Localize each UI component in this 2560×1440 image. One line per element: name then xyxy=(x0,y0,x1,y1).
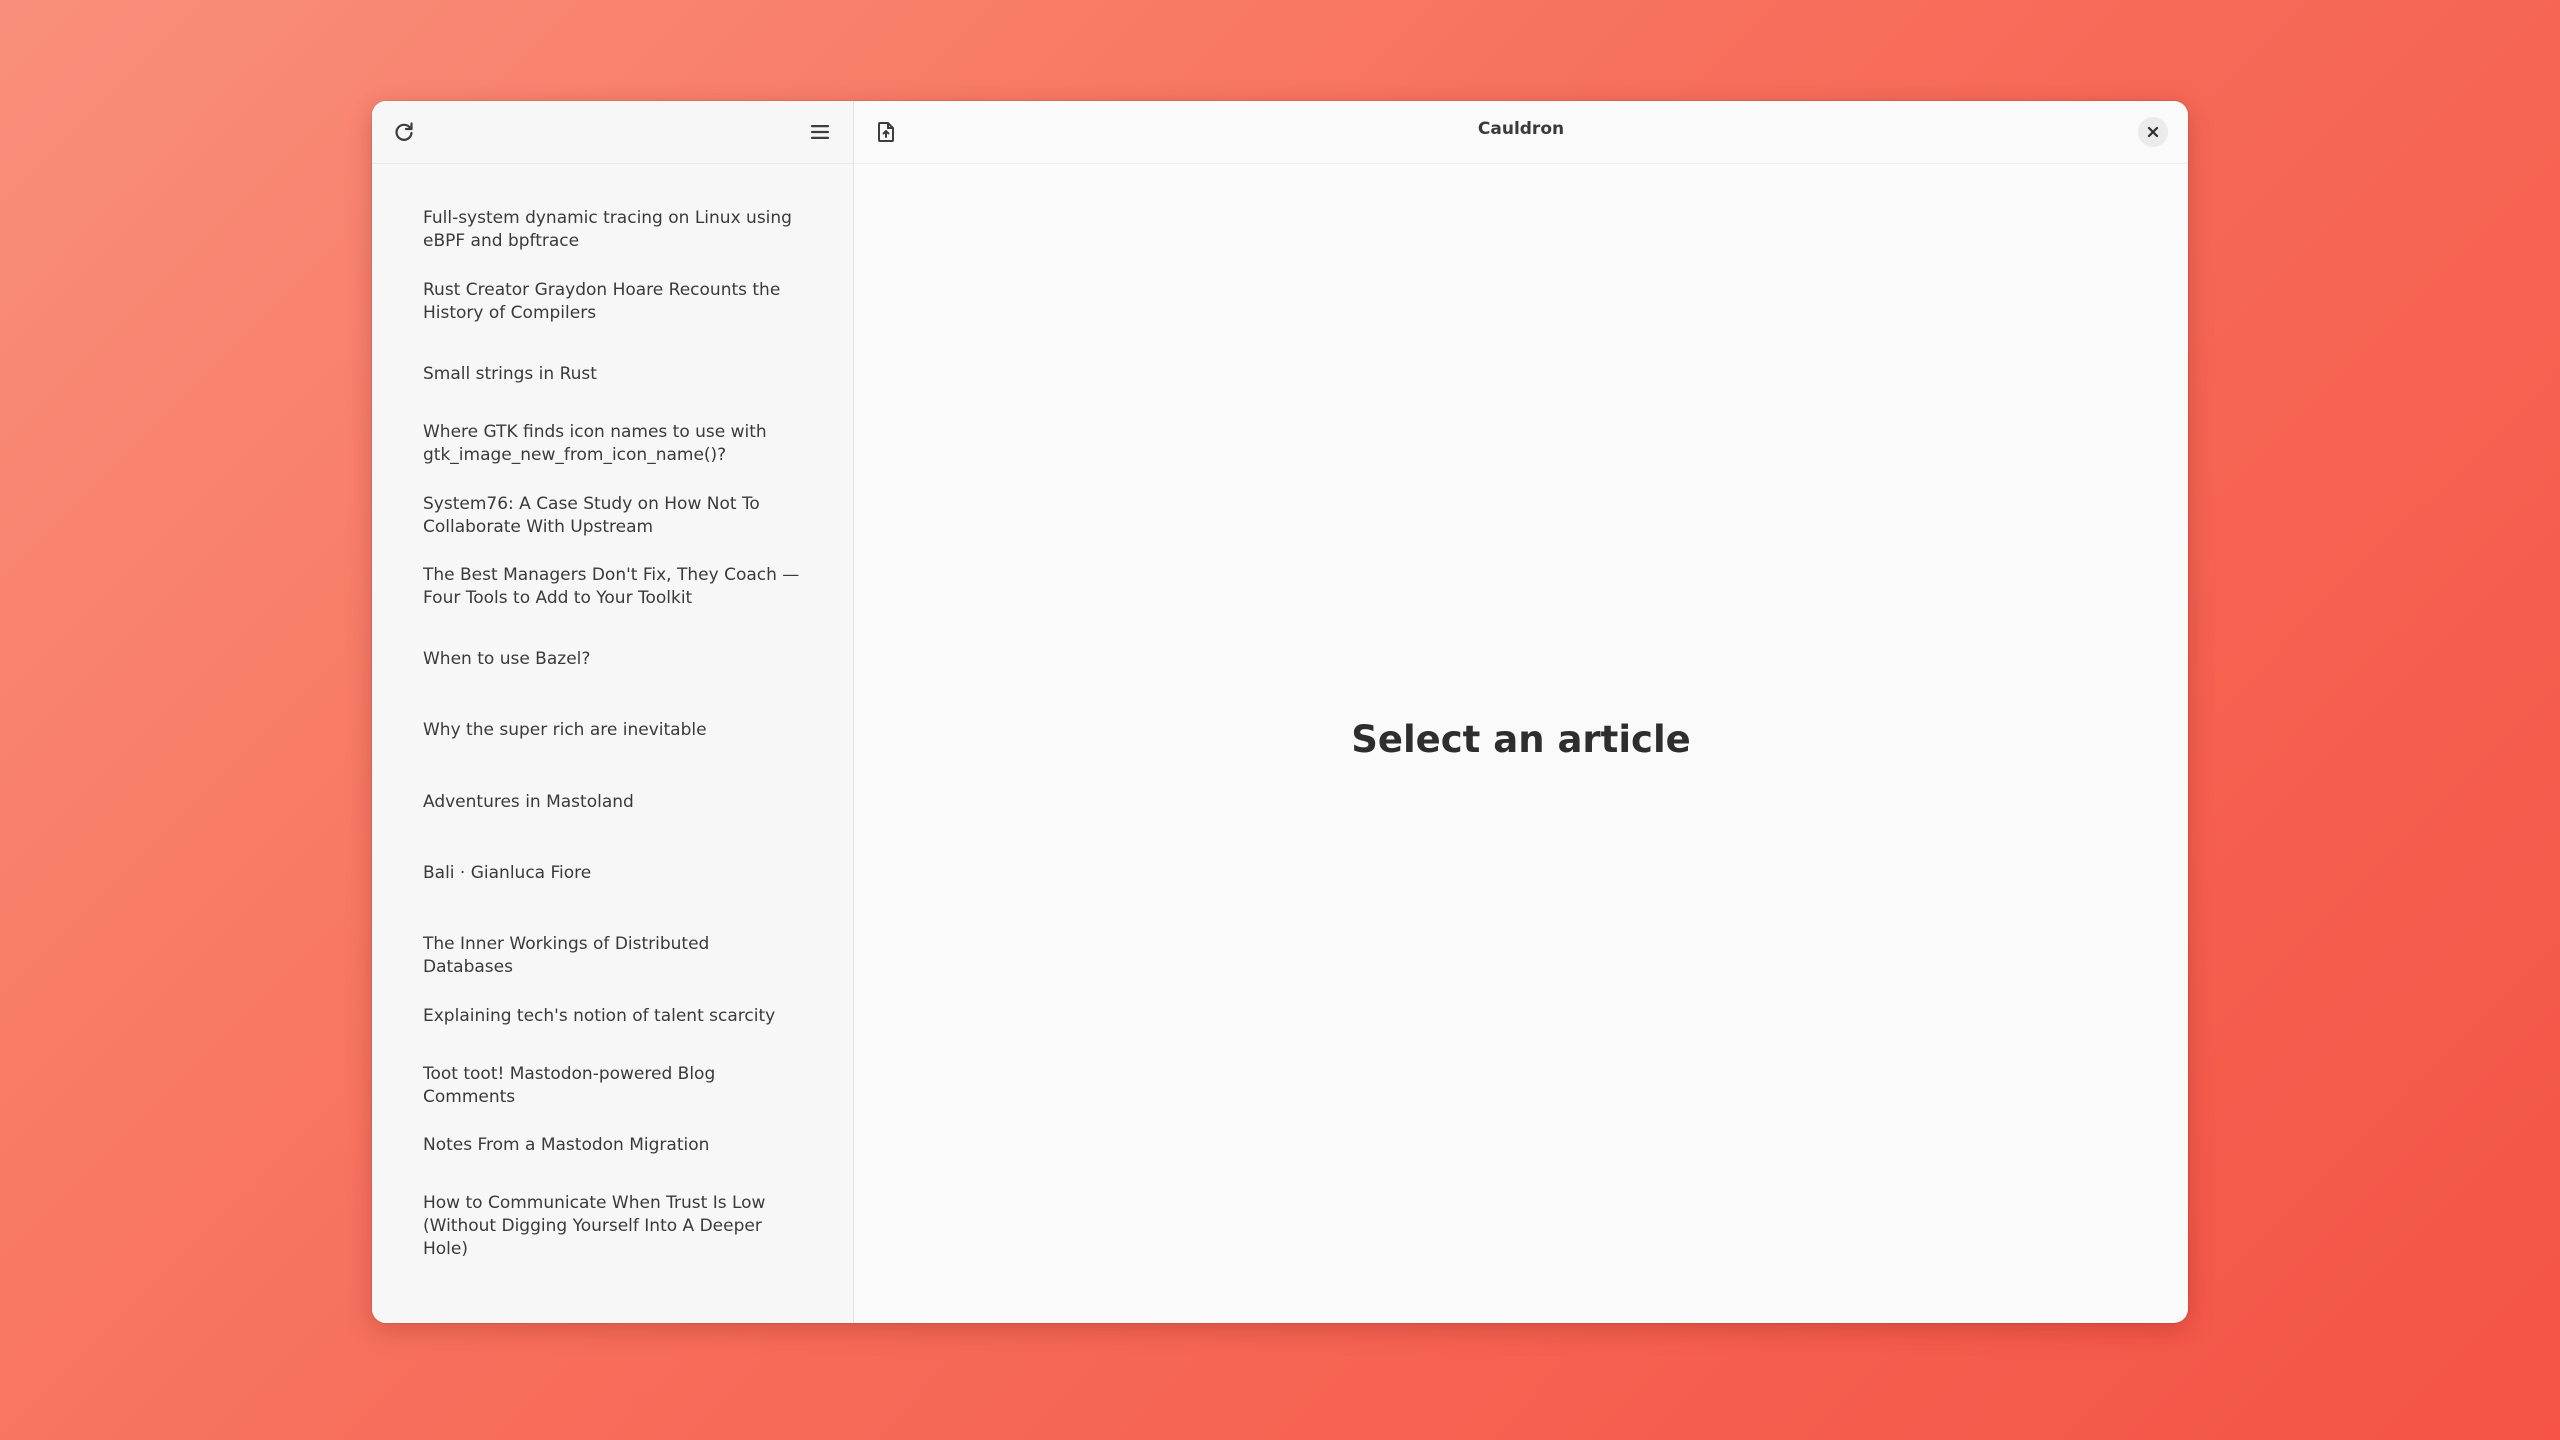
article-item[interactable]: Notes From a Mastodon Migration xyxy=(423,1134,803,1157)
article-item[interactable]: Rust Creator Graydon Hoare Recounts the … xyxy=(423,279,803,325)
refresh-icon xyxy=(395,122,413,141)
article-list[interactable]: Full-system dynamic tracing on Linux usi… xyxy=(372,164,853,1323)
close-button[interactable] xyxy=(2138,117,2168,147)
sidebar-header xyxy=(372,101,853,164)
main-menu-button[interactable] xyxy=(800,112,840,152)
article-item[interactable]: System76: A Case Study on How Not To Col… xyxy=(423,493,803,539)
article-item[interactable]: Toot toot! Mastodon-powered Blog Comment… xyxy=(423,1063,803,1109)
article-item[interactable]: How to Communicate When Trust Is Low (Wi… xyxy=(423,1192,803,1261)
article-item[interactable]: Explaining tech's notion of talent scarc… xyxy=(423,1005,803,1028)
content-pane: Cauldron Select an article xyxy=(854,101,2188,1323)
article-item[interactable]: Bali · Gianluca Fiore xyxy=(423,862,803,885)
article-item[interactable]: Small strings in Rust xyxy=(423,363,803,386)
article-item[interactable]: Why the super rich are inevitable xyxy=(423,719,803,742)
refresh-button[interactable] xyxy=(384,112,424,152)
article-item[interactable]: Full-system dynamic tracing on Linux usi… xyxy=(423,207,803,253)
content-header: Cauldron xyxy=(854,101,2188,164)
sidebar: Full-system dynamic tracing on Linux usi… xyxy=(372,101,854,1323)
article-item[interactable]: Adventures in Mastoland xyxy=(423,791,803,814)
article-item[interactable]: The Best Managers Don't Fix, They Coach … xyxy=(423,564,803,610)
article-item[interactable]: Where GTK finds icon names to use with g… xyxy=(423,421,803,467)
empty-state-title: Select an article xyxy=(1351,718,1691,761)
app-window: Full-system dynamic tracing on Linux usi… xyxy=(372,101,2188,1323)
window-title: Cauldron xyxy=(1477,119,1565,139)
close-icon xyxy=(2147,126,2159,138)
hamburger-menu-icon xyxy=(811,125,829,139)
article-item[interactable]: The Inner Workings of Distributed Databa… xyxy=(423,933,803,979)
article-item[interactable]: When to use Bazel? xyxy=(423,648,803,671)
